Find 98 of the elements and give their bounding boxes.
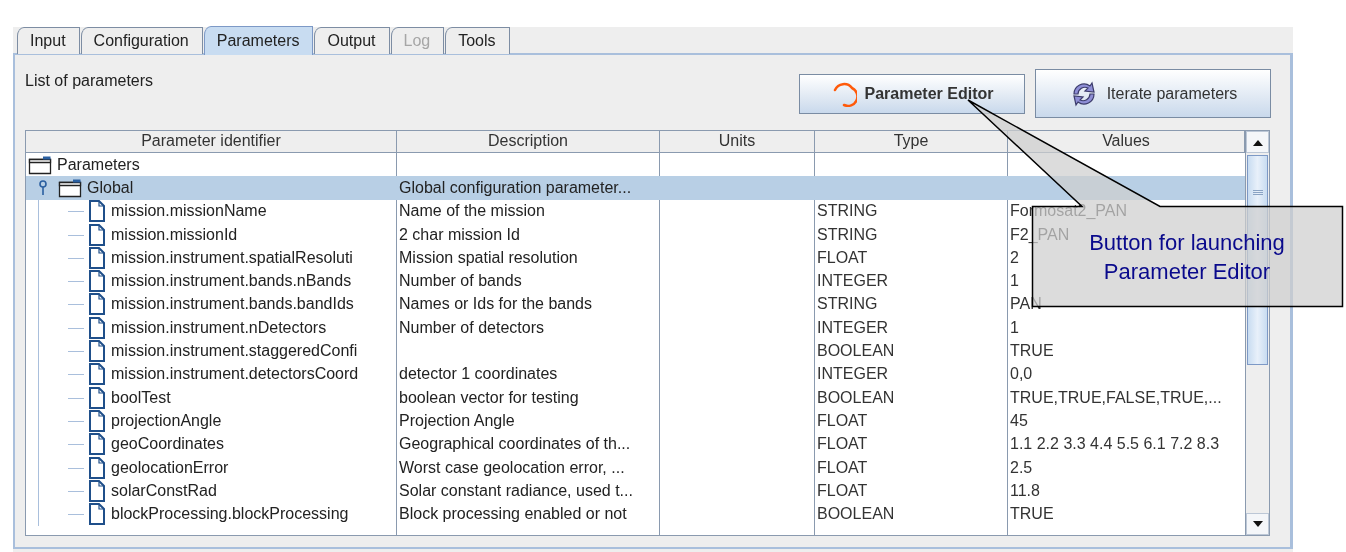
parameter-name: mission.instrument.spatialResoluti [111, 248, 353, 267]
description-cell: Names or Ids for the bands [399, 295, 592, 314]
document-icon [88, 409, 106, 432]
type-cell: BOOLEAN [817, 388, 895, 407]
column-header[interactable]: Description [397, 131, 660, 152]
parameter-name: Parameters [57, 155, 140, 174]
description-cell: 2 char mission Id [399, 225, 520, 244]
type-cell: BOOLEAN [817, 342, 895, 360]
tab[interactable]: Input [17, 27, 80, 54]
value-cell: TRUE [1010, 505, 1054, 524]
type-cell: FLOAT [817, 435, 868, 454]
document-icon [88, 456, 106, 479]
parameter-name: projectionAngle [111, 411, 222, 430]
type-cell: STRING [817, 202, 878, 221]
type-cell: INTEGER [817, 272, 889, 291]
type-cell: INTEGER [817, 318, 889, 337]
description-cell: Global configuration parameter... [399, 178, 632, 197]
description-cell: Solar constant radiance, used t... [399, 481, 633, 500]
value-cell: 0,0 [1010, 365, 1033, 384]
description-cell: Name of the mission [399, 202, 545, 221]
document-icon [88, 479, 106, 502]
type-cell: BOOLEAN [817, 505, 895, 524]
value-cell: 1.1 2.2 3.3 4.4 5.5 6.1 7.2 8.3 [1010, 435, 1220, 454]
iterate-button[interactable]: Iterate parameters [1035, 69, 1271, 118]
description-cell: boolean vector for testing [399, 388, 579, 407]
document-icon [88, 316, 106, 339]
tab[interactable]: Parameters [203, 26, 314, 55]
tree-row[interactable]: blockProcessing.blockProcessing Block processing enabled or not BOOLEAN TRUE [26, 502, 1245, 526]
parameter-name: mission.instrument.bands.bandIds [111, 295, 354, 314]
description-cell: Geographical coordinates of th... [399, 435, 631, 454]
type-cell: FLOAT [817, 411, 868, 430]
type-cell: FLOAT [817, 248, 868, 267]
parameter-name: Global [87, 178, 134, 197]
parameter-editor-button[interactable]: Parameter Editor [799, 73, 1025, 114]
value-cell: 1 [1010, 318, 1019, 337]
description-cell: Number of detectors [399, 318, 544, 337]
value-cell: TRUE [1010, 342, 1054, 360]
parameter-name: mission.instrument.detectorsCoord [111, 365, 359, 384]
value-cell: 2 [1010, 248, 1019, 267]
down-arrow-icon [1252, 520, 1263, 528]
type-cell: STRING [817, 225, 878, 244]
type-cell: FLOAT [817, 481, 868, 500]
document-icon [88, 293, 106, 316]
tree-row[interactable]: solarConstRad Solar constant radiance, used t... FLOAT 11.8 [26, 479, 1245, 503]
tree-row[interactable]: geoCoordinates Geographical coordinates of th... FLOAT 1.1 2.2 3.3 4.4 5.5 6.1 7.2 8.3 [26, 432, 1245, 456]
tree-row[interactable]: geolocationError Worst case geolocation error, ... FLOAT 2.5 [26, 455, 1245, 480]
description-cell: Number of bands [399, 272, 522, 291]
tree-row[interactable]: boolTest boolean vector for testing BOOLEAN TRUE,TRUE,FALSE,TRUE,... [26, 385, 1245, 410]
description-cell: Block processing enabled or not [399, 505, 627, 524]
value-cell: TRUE,TRUE,FALSE,TRUE,... [1010, 388, 1222, 407]
document-icon [88, 340, 106, 362]
folder-icon [28, 154, 52, 175]
column-header[interactable]: Parameter identifier [26, 131, 397, 152]
description-cell: Worst case geolocation error, ... [399, 458, 625, 477]
tree-row[interactable]: projectionAngle Projection Angle FLOAT 45 [26, 409, 1245, 433]
document-icon [88, 503, 106, 526]
description-cell: Projection Angle [399, 411, 515, 430]
tab[interactable]: Configuration [80, 27, 203, 54]
up-arrow-icon [1252, 138, 1263, 146]
document-icon [88, 200, 106, 223]
parameter-name: mission.instrument.nDetectors [111, 318, 327, 337]
description-cell: Mission spatial resolution [399, 248, 578, 267]
type-cell: INTEGER [817, 365, 889, 384]
description-cell: detector 1 coordinates [399, 365, 558, 384]
parameter-name: blockProcessing.blockProcessing [111, 505, 349, 524]
tab[interactable]: Output [314, 27, 390, 54]
folder-icon [58, 177, 82, 198]
parameter-name: boolTest [111, 388, 171, 407]
document-icon [88, 363, 106, 386]
panel-title: List of parameters [25, 72, 154, 90]
tab[interactable]: Tools [445, 27, 510, 54]
parameter-name: solarConstRad [111, 481, 217, 500]
grip-icon [1252, 190, 1263, 196]
column-header[interactable]: Units [660, 131, 815, 152]
parameter-name: mission.missionName [111, 202, 267, 221]
type-cell: STRING [817, 295, 878, 314]
scroll-down-button[interactable] [1246, 513, 1269, 535]
parameter-name: mission.missionId [111, 225, 238, 244]
parameter-name: geoCoordinates [111, 435, 224, 454]
callout-text: Button for launching Parameter Editor [1088, 229, 1286, 286]
document-icon [88, 223, 106, 246]
document-icon [88, 246, 106, 269]
document-icon [88, 386, 106, 409]
tree-row[interactable]: mission.instrument.nDetectors Number of detectors INTEGER 1 [26, 316, 1245, 340]
type-cell: FLOAT [817, 458, 868, 477]
tree-row[interactable]: mission.instrument.staggeredConfi BOOLEAN TRUE [26, 339, 1245, 363]
value-cell: 11.8 [1010, 481, 1040, 500]
value-cell: 1 [1010, 272, 1019, 291]
value-cell: 2.5 [1010, 458, 1033, 477]
parameter-name: mission.instrument.bands.nBands [111, 272, 352, 291]
parameter-name: mission.instrument.staggeredConfi [111, 342, 358, 360]
parameter-name: geolocationError [111, 458, 229, 477]
document-icon [88, 433, 106, 456]
document-icon [88, 270, 106, 293]
tree-row[interactable]: Global Global configuration parameter... [26, 176, 1245, 200]
scroll-up-button[interactable] [1246, 131, 1269, 153]
value-cell: 45 [1010, 411, 1028, 430]
tree-row[interactable]: mission.instrument.detectorsCoord detector 1 coordinates INTEGER 0,0 [26, 362, 1245, 386]
